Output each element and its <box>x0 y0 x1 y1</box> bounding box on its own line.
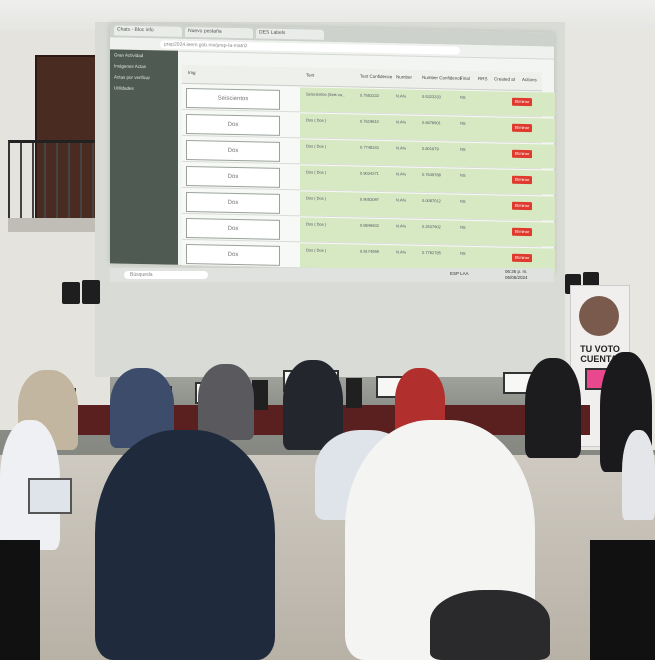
final-cell: NS <box>460 94 466 100</box>
laptop <box>28 478 72 514</box>
pc-tower <box>346 378 362 408</box>
handwriting-image: Dos <box>186 165 280 188</box>
text-cell: Dos ( Dos ) <box>306 247 327 253</box>
number-cell: N.A% <box>396 171 407 177</box>
handwriting-image: Seiscientos <box>186 87 280 110</box>
person-seated <box>525 358 581 458</box>
number-cell: N.A% <box>396 223 407 229</box>
column-header: Text Confidence <box>360 73 393 80</box>
column-header: Text <box>306 72 315 78</box>
clock-time: 06:36 p. m. <box>505 269 528 274</box>
handwriting-image: Dos <box>186 243 280 266</box>
delete-button[interactable]: Eliminar <box>512 253 532 263</box>
number-confidence-cell: 0.801679 <box>422 145 439 152</box>
browser-tab[interactable]: Nuevo pestaña <box>185 26 253 39</box>
person-audience-head <box>430 590 550 660</box>
number-cell: N.A% <box>396 145 407 151</box>
confidence-cell: 0.9053097 <box>360 196 379 202</box>
column-header: Created at <box>494 76 516 82</box>
text-cell: Dos ( Dos ) <box>306 169 327 175</box>
mascot-logo <box>579 296 619 336</box>
balcony-ledge <box>8 218 100 232</box>
clock-date: 06/06/2024 <box>505 275 528 280</box>
final-cell: NS <box>460 224 466 230</box>
delete-button[interactable]: Eliminar <box>512 123 532 133</box>
person-audience-front <box>95 430 275 660</box>
handwriting-image: Dos <box>186 217 280 240</box>
chair <box>590 540 655 660</box>
column-header: Final <box>460 75 470 81</box>
balcony-railing <box>8 140 102 225</box>
text-cell: Dos ( Dos ) <box>306 195 327 201</box>
number-confidence-cell: 0.7782785 <box>422 249 441 256</box>
final-cell: NS <box>460 120 466 126</box>
handwriting-image: Dos <box>186 139 280 162</box>
number-confidence-cell: 0.6678901 <box>422 119 441 126</box>
delete-button[interactable]: Eliminar <box>512 149 532 159</box>
person-seated <box>198 364 254 440</box>
column-header: Number <box>396 74 413 80</box>
number-confidence-cell: 0.2537902 <box>422 223 441 230</box>
projected-app-window: Chats - Bloc info Nuevo pestaña DES Labe… <box>110 23 555 274</box>
language-indicator: ESP LAA <box>450 271 469 276</box>
number-cell: N.A% <box>396 249 407 255</box>
sidebar-item[interactable]: Utilidades <box>110 82 178 94</box>
text-cell: Seiscientos (Seis va... <box>306 91 346 98</box>
column-header: Number Confidence <box>422 74 463 81</box>
number-confidence-cell: 0.5323333 <box>422 93 441 100</box>
delete-button[interactable]: Eliminar <box>512 227 532 237</box>
conference-room-scene: Chats - Bloc info Nuevo pestaña DES Labe… <box>0 0 655 660</box>
windows-taskbar: Búsqueda ESP LAA 06:36 p. m. 06/06/2024 <box>110 268 554 282</box>
confidence-cell: 0.7619810 <box>360 118 379 124</box>
delete-button[interactable]: Eliminar <box>512 175 532 185</box>
confidence-cell: 0.9174559 <box>360 248 379 254</box>
delete-button[interactable]: Eliminar <box>512 97 532 107</box>
browser-tab[interactable]: Chats - Bloc info <box>114 25 182 37</box>
final-cell: NS <box>460 198 466 204</box>
final-cell: NS <box>460 172 466 178</box>
confidence-cell: 0.8846933 <box>360 222 379 228</box>
data-grid: Img Text Text Confidence Number Number C… <box>182 64 555 274</box>
delete-button[interactable]: Eliminar <box>512 201 532 211</box>
number-confidence-cell: 0.7649788 <box>422 171 441 178</box>
app-sidebar: Gran Actividad Imágenes Actas Actas por … <box>110 49 178 265</box>
handwriting-image: Dos <box>186 113 280 136</box>
speaker-left <box>62 282 80 304</box>
text-cell: Dos ( Dos ) <box>306 221 327 227</box>
text-cell: Dos ( Dos ) <box>306 117 327 123</box>
pc-tower <box>252 380 268 410</box>
number-confidence-cell: 0.0087012 <box>422 197 441 204</box>
column-header: Actions <box>522 76 537 83</box>
chair <box>0 540 40 660</box>
person-audience <box>622 430 655 520</box>
confidence-cell: 0.9034271 <box>360 170 379 176</box>
handwriting-image: Dos <box>186 191 280 214</box>
final-cell: NS <box>460 146 466 152</box>
column-header: RRS <box>478 76 488 82</box>
speaker-left-2 <box>82 280 100 304</box>
number-cell: N.A% <box>396 197 407 203</box>
number-cell: N.A% <box>396 119 407 125</box>
text-cell: Dos ( Dos ) <box>306 143 327 149</box>
browser-tab[interactable]: DES Labels <box>256 28 324 40</box>
confidence-cell: 0.7748343 <box>360 144 379 150</box>
column-header: Img <box>188 69 196 76</box>
confidence-cell: 0.7553333 <box>360 92 379 98</box>
taskbar-search[interactable]: Búsqueda <box>124 271 208 279</box>
final-cell: NS <box>460 250 466 256</box>
number-cell: N.A% <box>396 93 407 99</box>
